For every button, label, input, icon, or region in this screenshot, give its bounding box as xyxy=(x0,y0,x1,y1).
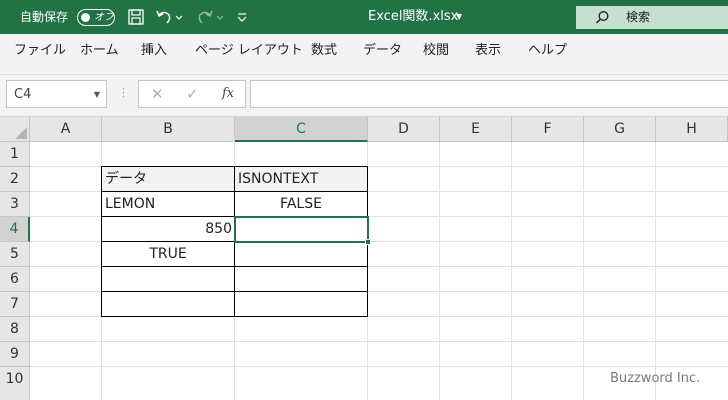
gridline xyxy=(583,142,584,400)
row-header[interactable]: 6 xyxy=(0,267,30,292)
formula-input[interactable] xyxy=(250,80,728,108)
column-header[interactable]: B xyxy=(102,117,235,142)
column-header[interactable]: G xyxy=(584,117,656,142)
customize-icon[interactable] xyxy=(235,8,249,26)
active-cell-c4[interactable] xyxy=(234,216,369,243)
row-header[interactable]: 1 xyxy=(0,142,30,167)
enter-icon[interactable]: ✓ xyxy=(186,85,199,103)
tab-formulas[interactable]: 数式 xyxy=(311,42,337,59)
cell-c3[interactable]: FALSE xyxy=(235,192,367,216)
formula-bar-grip-icon[interactable]: ⋮ xyxy=(118,83,129,103)
select-all-icon xyxy=(15,127,27,139)
row-header[interactable]: 9 xyxy=(0,342,30,367)
tab-data[interactable]: データ xyxy=(363,42,402,59)
ribbon-tabs: ファイル ホーム 挿入 ページ レイアウト 数式 データ 校閲 表示 ヘルプ xyxy=(0,34,728,68)
row-header[interactable]: 2 xyxy=(0,167,30,192)
row-header[interactable]: 10 xyxy=(0,367,30,400)
autosave-state: オフ xyxy=(94,12,114,23)
column-header[interactable]: H xyxy=(656,117,728,142)
title-bar: 自動保存 オフ Excel関数.xlsx ▼ 検索 xyxy=(0,0,728,34)
tab-insert[interactable]: 挿入 xyxy=(141,42,167,59)
redo-icon[interactable] xyxy=(196,8,214,26)
tab-home[interactable]: ホーム xyxy=(80,42,119,59)
cancel-icon[interactable]: ✕ xyxy=(151,85,164,103)
title-dropdown-icon[interactable]: ▼ xyxy=(456,12,462,22)
row-header[interactable]: 8 xyxy=(0,317,30,342)
undo-dropdown-icon[interactable] xyxy=(174,8,184,26)
row-header-selected[interactable]: 4 xyxy=(0,217,30,242)
cell-b4[interactable]: 850 xyxy=(102,217,234,241)
table-border xyxy=(101,166,102,317)
gridline xyxy=(439,142,440,400)
column-header[interactable]: E xyxy=(440,117,512,142)
formula-buttons: ✕ ✓ fx xyxy=(138,80,246,108)
gridline xyxy=(30,341,728,342)
search-box[interactable]: 検索 xyxy=(576,6,728,29)
column-header[interactable]: D xyxy=(368,117,440,142)
autosave-toggle[interactable]: オフ xyxy=(77,9,115,26)
save-icon[interactable] xyxy=(127,8,145,26)
file-title: Excel関数.xlsx xyxy=(368,9,459,24)
row-header[interactable]: 3 xyxy=(0,192,30,217)
redo-dropdown-icon[interactable] xyxy=(215,8,225,26)
column-header[interactable]: A xyxy=(30,117,102,142)
column-header[interactable]: F xyxy=(512,117,584,142)
tab-view[interactable]: 表示 xyxy=(475,42,501,59)
spreadsheet-grid: A B C D E F G H 1 2 3 4 5 6 7 8 9 10 データ… xyxy=(0,116,728,400)
gridline xyxy=(655,142,656,400)
cell-b5[interactable]: TRUE xyxy=(102,242,234,266)
gridline xyxy=(30,366,728,367)
autosave-label: 自動保存 xyxy=(20,10,69,24)
tab-review[interactable]: 校閲 xyxy=(423,42,449,59)
column-header-selected[interactable]: C xyxy=(235,117,368,142)
name-box[interactable]: C4 ▼ xyxy=(6,80,107,108)
tab-help[interactable]: ヘルプ xyxy=(528,42,567,59)
toggle-knob xyxy=(81,13,90,22)
watermark: Buzzword Inc. xyxy=(610,371,701,386)
tab-file[interactable]: ファイル xyxy=(14,42,66,59)
search-label: 検索 xyxy=(626,10,651,24)
select-all-button[interactable] xyxy=(0,117,30,142)
cell-b2[interactable]: データ xyxy=(102,167,234,191)
search-icon xyxy=(595,11,609,24)
name-box-dropdown-icon[interactable]: ▼ xyxy=(94,91,100,99)
cell-c2[interactable]: ISNONTEXT xyxy=(235,167,367,191)
undo-icon[interactable] xyxy=(155,8,173,26)
gridline xyxy=(511,142,512,400)
row-header[interactable]: 5 xyxy=(0,242,30,267)
formula-bar: C4 ▼ ⋮ ✕ ✓ fx xyxy=(0,74,728,116)
tab-page-layout[interactable]: ページ レイアウト xyxy=(195,42,303,59)
insert-function-icon[interactable]: fx xyxy=(222,85,234,103)
row-header[interactable]: 7 xyxy=(0,292,30,317)
cell-b3[interactable]: LEMON xyxy=(102,192,234,216)
fill-handle[interactable] xyxy=(365,239,371,245)
name-box-value: C4 xyxy=(14,87,32,102)
